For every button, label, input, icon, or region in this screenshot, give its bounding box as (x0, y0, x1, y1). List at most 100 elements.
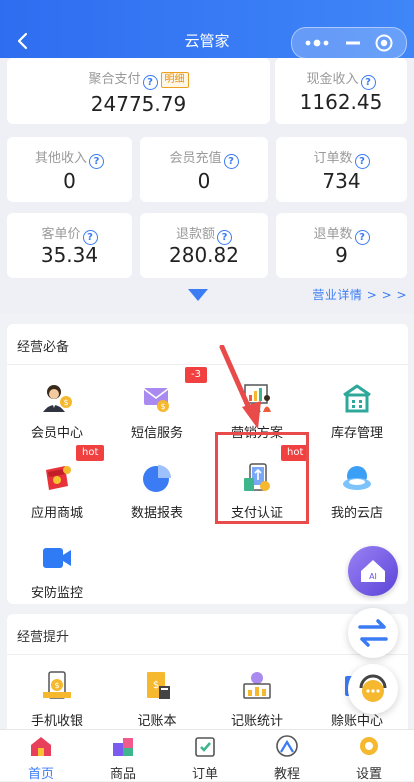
stat-card-other-income[interactable]: 其他收入? 0 (7, 137, 132, 202)
stat-card-recharge[interactable]: 会员充值? 0 (140, 137, 268, 202)
cloud-store-icon (343, 466, 371, 490)
stat-value: 35.34 (40, 243, 99, 267)
tutorial-icon (276, 735, 298, 757)
grid-item-ledger[interactable]: $ 记账本 (107, 670, 207, 730)
stat-label: 其他收入 (34, 151, 87, 166)
section-title: 经营提升 (17, 630, 70, 645)
stat-label: 客单价 (41, 227, 81, 242)
stat-value: 9 (335, 243, 348, 267)
svg-text:$: $ (63, 398, 68, 407)
ledger-icon: $ (147, 672, 170, 699)
camera-icon (43, 548, 71, 568)
switch-store-button[interactable] (348, 608, 398, 658)
member-center-icon: $ (43, 385, 72, 412)
grid-item-data-report[interactable]: 数据报表 (107, 462, 207, 522)
help-icon[interactable]: ? (354, 154, 370, 169)
hot-badge: hot (76, 445, 105, 461)
pointer-arrow-annotation (219, 345, 261, 429)
more-icon[interactable] (304, 36, 330, 50)
sms-icon: $ (143, 388, 169, 412)
stat-label: 退款额 (175, 227, 215, 242)
grid-item-security-camera[interactable]: 安防监控 (7, 542, 107, 602)
stat-card-per-customer[interactable]: 客单价? 35.34 (7, 213, 132, 278)
settings-icon (360, 737, 378, 755)
pie-chart-icon (143, 465, 171, 492)
tab-label: 订单 (191, 767, 218, 782)
grid-item-inventory[interactable]: 库存管理 (307, 382, 407, 442)
stat-value: 24775.79 (90, 92, 187, 116)
customer-service-button[interactable] (348, 664, 398, 714)
swap-icon (358, 619, 388, 647)
app-store-icon (46, 466, 71, 490)
svg-text:$: $ (153, 680, 159, 691)
grid-item-label: 短信服务 (130, 426, 183, 441)
section-title: 经营必备 (17, 340, 70, 355)
tab-home[interactable]: 首页 (0, 730, 82, 782)
stat-label: 退单数 (313, 227, 353, 242)
grid-item-sms[interactable]: $ 短信服务 -3 (107, 367, 207, 442)
ai-label: AI (369, 572, 377, 581)
stat-value: 0 (197, 169, 211, 193)
ai-assistant-button[interactable]: AI (348, 546, 398, 596)
tab-label: 商品 (109, 767, 136, 782)
ai-home-icon: AI (361, 560, 385, 582)
stat-card-refund-amount[interactable]: 退款额? 280.82 (140, 213, 268, 278)
grid-item-label: 我的云店 (330, 506, 383, 521)
help-icon[interactable]: ? (360, 75, 376, 90)
detail-tag[interactable]: 明细 (160, 72, 189, 88)
tab-goods[interactable]: 商品 (82, 730, 164, 782)
mobile-cashier-icon: $ (43, 671, 71, 699)
grid-item-label: 安防监控 (30, 586, 83, 601)
grid-item-ledger-stats[interactable]: 记账统计 (207, 670, 307, 730)
tab-settings[interactable]: 设置 (328, 730, 410, 782)
inventory-icon (343, 384, 371, 413)
count-badge: -3 (185, 367, 207, 383)
mini-program-capsule (291, 27, 407, 59)
ledger-stats-icon (243, 672, 271, 699)
stat-label: 订单数 (313, 151, 353, 166)
grid-item-label: 数据报表 (130, 506, 183, 521)
highlight-box-annotation (215, 432, 309, 524)
stat-card-refund-orders[interactable]: 退单数? 9 (276, 213, 407, 278)
stat-value: 734 (322, 169, 361, 193)
stat-label: 聚合支付 (88, 72, 141, 87)
headset-icon (359, 674, 387, 702)
goods-icon (113, 738, 133, 756)
tab-orders[interactable]: 订单 (164, 730, 246, 782)
expand-arrow-icon[interactable] (187, 288, 209, 302)
grid-item-label: 手机收银 (30, 714, 83, 729)
tab-label: 设置 (355, 767, 382, 782)
bottom-tab-bar: 首页 商品 订单 教程 设置 (0, 729, 414, 782)
order-icon (195, 737, 215, 757)
grid-item-app-store[interactable]: 应用商城 hot (7, 445, 107, 522)
home-icon (31, 737, 51, 756)
grid-item-label: 应用商城 (30, 506, 83, 521)
grid-item-label: 库存管理 (330, 426, 383, 441)
stat-value: 1162.45 (299, 90, 383, 114)
tab-label: 首页 (27, 767, 54, 782)
tab-tutorial[interactable]: 教程 (246, 730, 328, 782)
grid-item-label: 会员中心 (30, 426, 83, 441)
help-icon[interactable]: ? (89, 154, 104, 169)
close-icon[interactable] (375, 34, 393, 52)
stat-label: 会员充值 (169, 151, 222, 166)
grid-item-label: 记账本 (137, 714, 177, 729)
grid-item-member-center[interactable]: $ 会员中心 (7, 382, 107, 442)
grid-item-cloud-store[interactable]: 我的云店 (307, 462, 407, 522)
stat-value: 280.82 (169, 243, 239, 267)
divider (7, 364, 408, 365)
grid-item-label: 记账统计 (230, 714, 283, 729)
stat-card-aggregate[interactable]: 聚合支付? 明细 24775.79 (7, 58, 270, 124)
minimize-icon[interactable] (346, 36, 360, 50)
grid-item-mobile-cashier[interactable]: $ 手机收银 (7, 670, 107, 730)
svg-text:$: $ (54, 681, 59, 690)
stat-value: 0 (63, 169, 76, 193)
stat-card-cash[interactable]: 现金收入? 1162.45 (275, 58, 407, 124)
help-icon[interactable]: ? (223, 154, 239, 169)
tab-label: 教程 (273, 767, 300, 782)
stat-label: 现金收入 (306, 72, 359, 87)
svg-text:$: $ (160, 402, 165, 411)
stat-card-orders[interactable]: 订单数? 734 (276, 137, 407, 202)
business-details-link[interactable]: 营业详情 > > > (312, 286, 407, 303)
help-icon[interactable]: ? (142, 75, 158, 90)
